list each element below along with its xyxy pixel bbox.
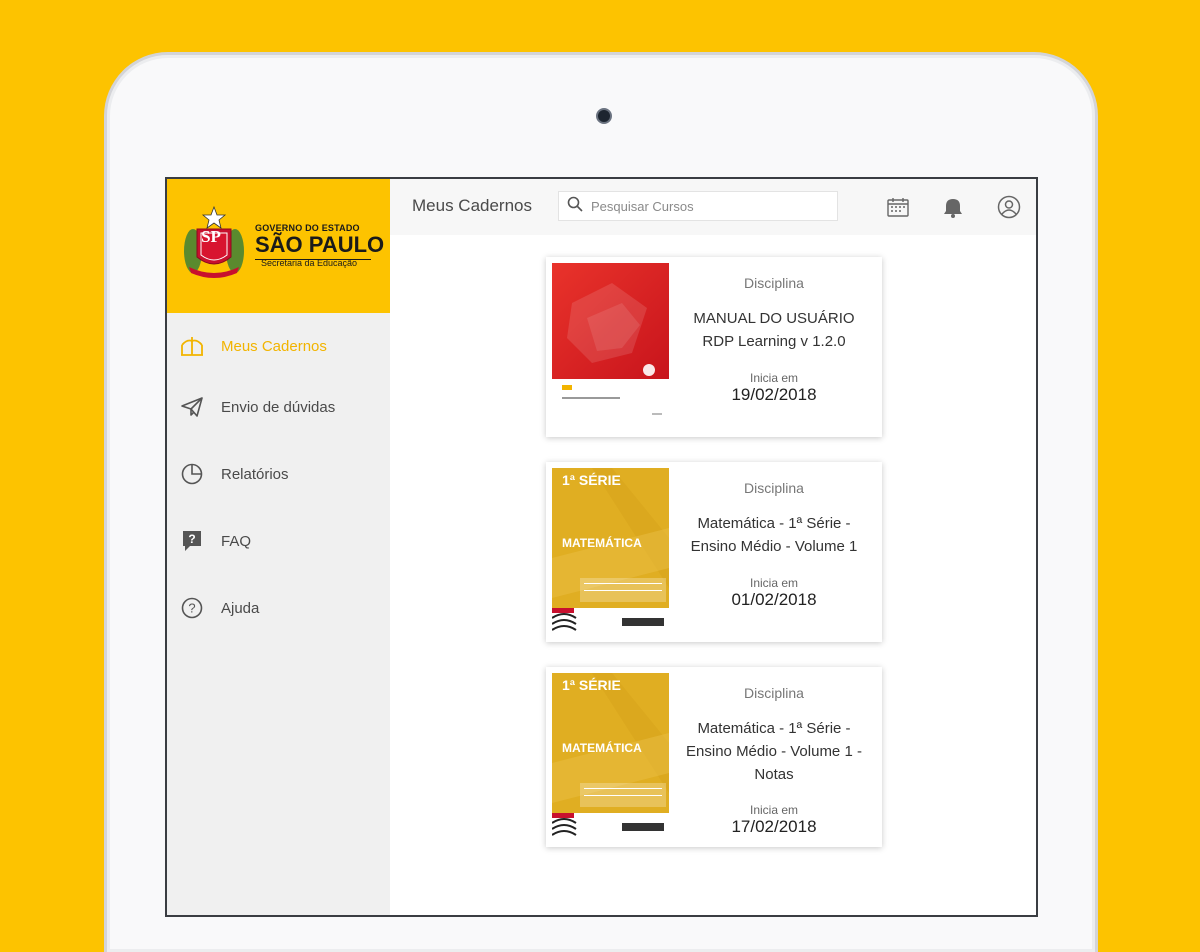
pie-chart-icon — [179, 461, 205, 487]
sidebar-item-meus-cadernos[interactable]: Meus Cadernos — [179, 331, 327, 361]
brand-divider — [255, 259, 371, 260]
course-info: Disciplina MANUAL DO USUÁRIO RDP Learnin… — [672, 257, 876, 437]
tablet-frame: SP GOVERNO DO ESTADO SÃO PAULO Secretari… — [104, 52, 1098, 952]
course-subject: Disciplina — [744, 275, 804, 291]
course-subject: Disciplina — [744, 480, 804, 496]
question-bubble-icon: ? — [179, 528, 205, 554]
camera-dot — [596, 108, 612, 124]
search-input[interactable] — [589, 197, 823, 215]
course-start-label: Inicia em — [749, 576, 799, 590]
user-icon[interactable] — [996, 194, 1022, 220]
course-cover-image: 1ª SÉRIE MATEMÁTICA — [552, 468, 669, 636]
course-start-label: Inicia em — [749, 803, 799, 817]
cover-subject: MATEMÁTICA — [562, 741, 642, 755]
cover-serie: 1ª SÉRIE — [562, 472, 621, 488]
app-screen: SP GOVERNO DO ESTADO SÃO PAULO Secretari… — [165, 177, 1038, 917]
svg-text:?: ? — [188, 532, 195, 546]
sidebar-item-envio-de-duvidas[interactable]: Envio de dúvidas — [179, 392, 335, 422]
course-start-date: 17/02/2018 — [731, 817, 817, 836]
paper-plane-icon — [179, 394, 205, 420]
course-info: Disciplina Matemática - 1ª Série - Ensin… — [672, 462, 876, 642]
course-subject: Disciplina — [744, 685, 804, 701]
notification-icon[interactable] — [940, 194, 966, 220]
course-start-label: Inicia em — [749, 371, 799, 385]
top-bar: Meus Cadernos — [390, 179, 1036, 235]
sidebar: SP GOVERNO DO ESTADO SÃO PAULO Secretari… — [167, 179, 390, 915]
course-title: Matemática - 1ª Série - Ensino Médio - V… — [690, 515, 858, 555]
sidebar-item-label: FAQ — [221, 532, 252, 550]
seal-letters: SP — [201, 227, 221, 246]
cover-subject: MATEMÁTICA — [562, 536, 642, 550]
sidebar-item-label: Ajuda — [221, 599, 260, 617]
search-box[interactable] — [558, 191, 838, 221]
search-icon — [567, 196, 583, 217]
course-start-date: 01/02/2018 — [731, 590, 817, 609]
course-info: Disciplina Matemática - 1ª Série - Ensin… — [672, 667, 876, 847]
sidebar-item-label: Envio de dúvidas — [221, 398, 336, 416]
brand-state: SÃO PAULO — [255, 232, 385, 257]
course-cover-image — [552, 263, 669, 431]
calendar-icon[interactable] — [885, 194, 911, 220]
course-card[interactable]: 1ª SÉRIE MATEMÁTICA Disciplina Matemátic… — [546, 667, 882, 847]
course-card[interactable]: 1ª SÉRIE MATEMÁTICA Disciplina Matemátic… — [546, 462, 882, 642]
cover-serie: 1ª SÉRIE — [562, 677, 621, 693]
main-content: Meus Cadernos Pesquisar Cursos Disciplin… — [390, 179, 1036, 915]
books-icon — [179, 333, 205, 359]
brand-header: SP GOVERNO DO ESTADO SÃO PAULO Secretari… — [167, 179, 390, 313]
help-circle-icon: ? — [179, 595, 205, 621]
course-title: Matemática - 1ª Série - Ensino Médio - V… — [686, 720, 862, 783]
sidebar-item-relatorios[interactable]: Relatórios — [179, 459, 289, 489]
page-title: Meus Cadernos — [412, 196, 533, 215]
course-start-date: 19/02/2018 — [731, 385, 817, 404]
sidebar-item-label: Meus Cadernos — [221, 337, 327, 355]
svg-text:?: ? — [188, 601, 195, 616]
sidebar-item-faq[interactable]: ? FAQ — [179, 526, 251, 556]
sidebar-item-ajuda[interactable]: ? Ajuda — [179, 593, 259, 623]
course-cover-image: 1ª SÉRIE MATEMÁTICA — [552, 673, 669, 841]
sidebar-item-label: Relatórios — [221, 465, 289, 483]
course-card[interactable]: Disciplina MANUAL DO USUÁRIO RDP Learnin… — [546, 257, 882, 437]
course-title: MANUAL DO USUÁRIO RDP Learning v 1.2.0 — [693, 310, 855, 350]
